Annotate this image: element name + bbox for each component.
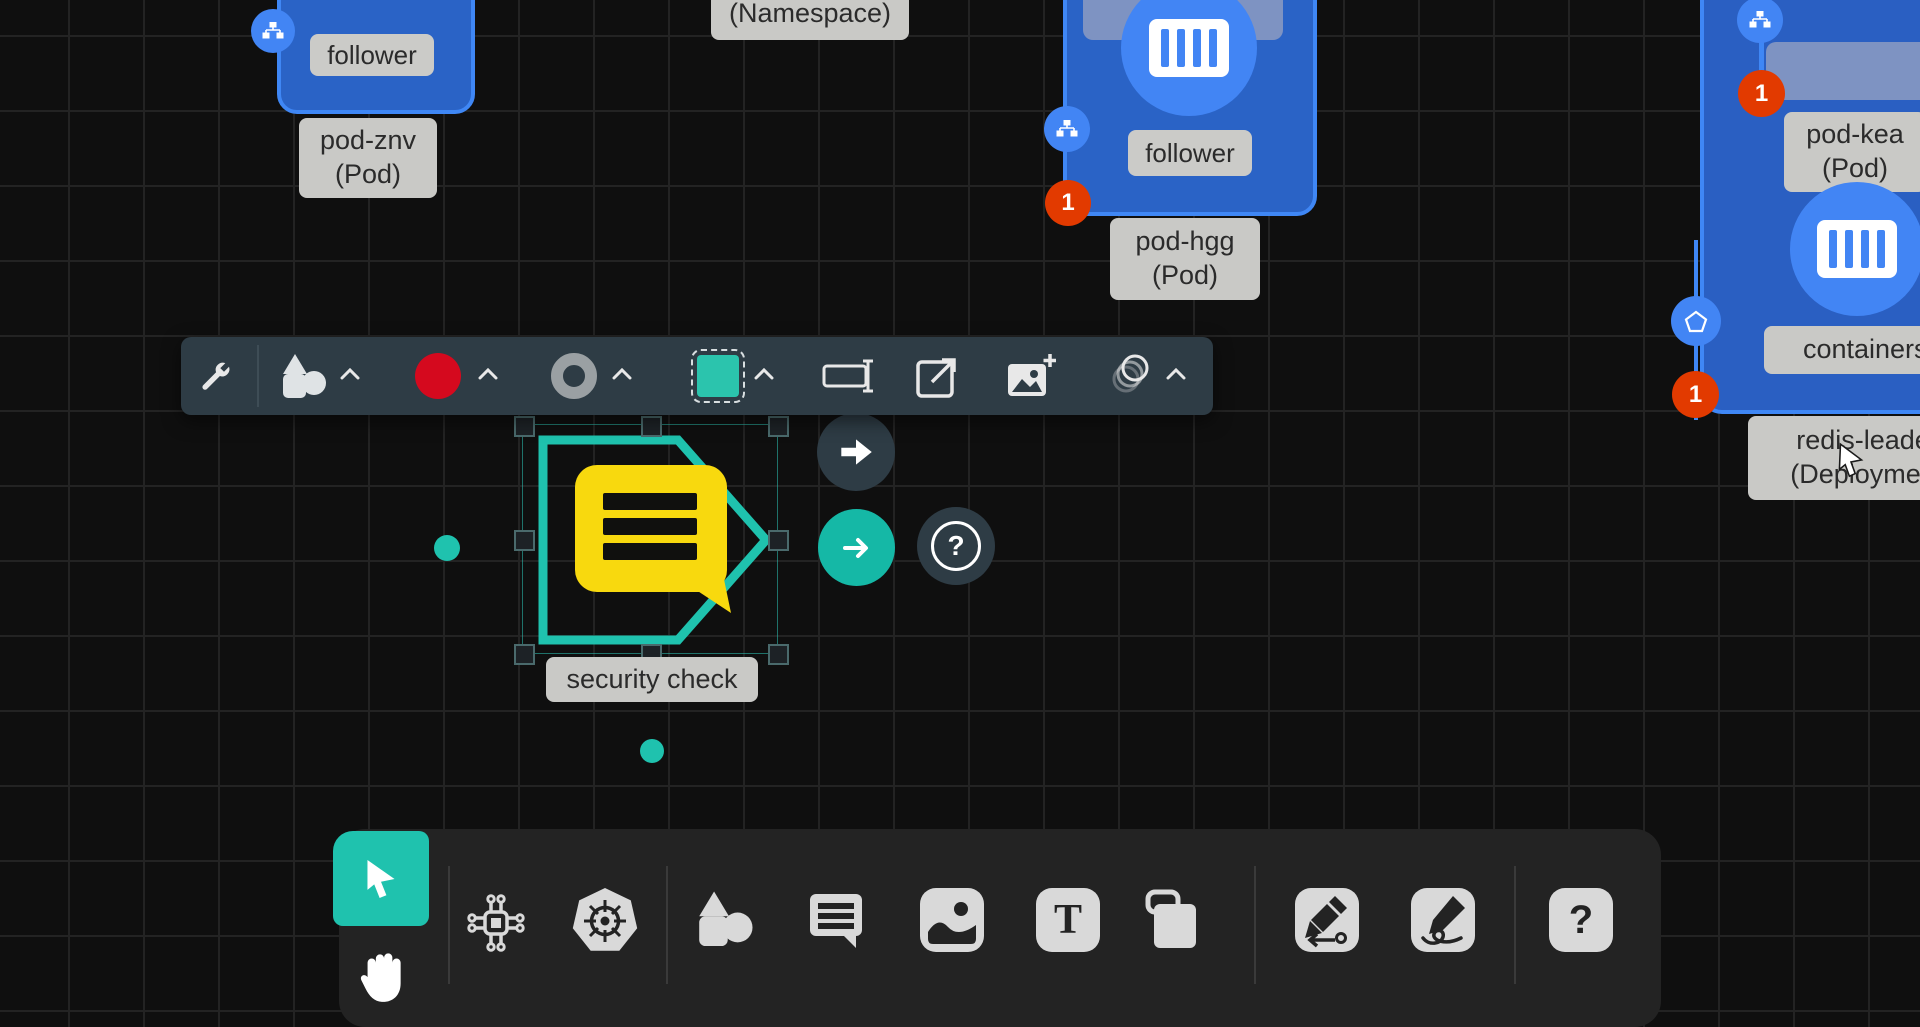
hierarchy-badge-icon[interactable] xyxy=(251,9,295,53)
rename-icon[interactable] xyxy=(821,357,877,395)
stroke-color-swatch[interactable] xyxy=(551,353,597,399)
k8s-diagram-canvas: { "colors": { "teal_accent": "#1fc2ae", … xyxy=(0,0,1920,1020)
node-inner-label: follower xyxy=(1128,130,1252,176)
connection-point-dot[interactable] xyxy=(640,739,664,763)
selection-handle[interactable] xyxy=(768,416,789,437)
fill-color-swatch[interactable] xyxy=(415,353,461,399)
hierarchy-badge-icon[interactable] xyxy=(1044,106,1090,152)
selection-handle[interactable] xyxy=(768,530,789,551)
cursor-tool[interactable] xyxy=(333,831,429,926)
caption-line: (Pod) xyxy=(1822,152,1888,186)
connection-point-dot[interactable] xyxy=(434,535,460,561)
mouse-cursor-icon xyxy=(1833,442,1869,482)
panel-header-band xyxy=(1766,42,1920,100)
caption-line: (Pod) xyxy=(1152,259,1218,293)
count-badge[interactable]: 1 xyxy=(1672,371,1719,418)
selection-handle[interactable] xyxy=(514,530,535,551)
namespace-caption: (Namespace) xyxy=(711,0,909,40)
caption-line: containers. xyxy=(1803,333,1920,367)
node-pod-znv[interactable]: follower xyxy=(277,0,475,114)
selection-handle[interactable] xyxy=(641,416,662,437)
help-button[interactable]: ? xyxy=(917,507,995,585)
pan-hand-tool[interactable] xyxy=(352,938,410,1008)
comment-tool[interactable] xyxy=(804,888,868,952)
caption-line: (Namespace) xyxy=(729,0,891,31)
container-bars-icon xyxy=(1817,220,1897,278)
count-badge[interactable]: 1 xyxy=(1045,180,1091,226)
style-swatch[interactable] xyxy=(697,355,739,397)
container-circle-icon xyxy=(1121,0,1257,116)
wrench-icon[interactable] xyxy=(195,355,237,397)
chevron-up-icon[interactable] xyxy=(1165,367,1187,381)
node-caption-pod-znv: pod-znv (Pod) xyxy=(299,118,437,198)
note-tool[interactable] xyxy=(1138,886,1204,954)
cursor-icon xyxy=(358,856,404,902)
selection-handle[interactable] xyxy=(514,644,535,665)
text-tool-glyph: T xyxy=(1054,896,1082,944)
chevron-up-icon[interactable] xyxy=(477,367,499,381)
caption-line: security check xyxy=(566,663,737,697)
add-image-icon[interactable] xyxy=(1005,351,1057,403)
pod-pentagon-badge-icon[interactable] xyxy=(1671,296,1721,346)
network-tool[interactable] xyxy=(463,890,529,956)
arrow-right-icon xyxy=(837,528,877,568)
shapes-button[interactable] xyxy=(277,351,329,403)
kubernetes-wheel-icon xyxy=(570,886,640,956)
container-circle-icon xyxy=(1790,182,1920,316)
freehand-pencil-tool[interactable] xyxy=(1411,888,1475,952)
node-caption-pod-kea: pod-kea (Pod) xyxy=(1784,112,1920,192)
containers-caption: containers. xyxy=(1764,326,1920,374)
toolbar-divider xyxy=(257,345,259,407)
connect-arrow-button[interactable] xyxy=(818,509,895,586)
toolbar-divider xyxy=(1254,866,1256,984)
caption-line: pod-kea xyxy=(1806,118,1904,152)
selection-handle[interactable] xyxy=(514,416,535,437)
shapes-tool[interactable] xyxy=(692,888,756,952)
node-caption-pod-hgg: pod-hgg (Pod) xyxy=(1110,218,1260,300)
chevron-up-icon[interactable] xyxy=(753,367,775,381)
selection-caption: security check xyxy=(546,657,758,702)
caption-line: (Pod) xyxy=(335,158,401,192)
panel-redis-leader[interactable]: pod-kea (Pod) containers. xyxy=(1700,0,1920,414)
image-tool[interactable] xyxy=(920,888,984,952)
connector-pen-tool[interactable] xyxy=(1295,888,1359,952)
selection-handle[interactable] xyxy=(768,644,789,665)
arrow-right-icon xyxy=(835,431,877,473)
question-mark-icon: ? xyxy=(931,521,981,571)
chevron-up-icon[interactable] xyxy=(611,367,633,381)
toolbar-divider xyxy=(666,866,668,984)
container-bars-icon xyxy=(1149,19,1229,77)
toolbar-divider xyxy=(448,866,450,984)
node-pod-hgg[interactable]: follower xyxy=(1063,0,1317,216)
text-tool[interactable]: T xyxy=(1036,888,1100,952)
count-badge[interactable]: 1 xyxy=(1738,70,1785,117)
node-inner-label: follower xyxy=(310,34,434,76)
selection-bounding-box xyxy=(522,424,778,654)
context-toolbar xyxy=(181,337,1213,415)
caption-line: pod-hgg xyxy=(1135,225,1234,259)
caption-line: pod-znv xyxy=(320,124,416,158)
kubernetes-tool[interactable] xyxy=(570,886,640,956)
hand-icon xyxy=(354,942,408,1004)
chevron-up-icon[interactable] xyxy=(339,367,361,381)
open-external-icon[interactable] xyxy=(913,353,961,401)
question-mark-icon: ? xyxy=(1569,898,1593,943)
help-tool[interactable]: ? xyxy=(1549,888,1613,952)
layers-icon[interactable] xyxy=(1101,351,1155,401)
arrow-action-button[interactable] xyxy=(817,413,895,491)
toolbar-divider xyxy=(1514,866,1516,984)
